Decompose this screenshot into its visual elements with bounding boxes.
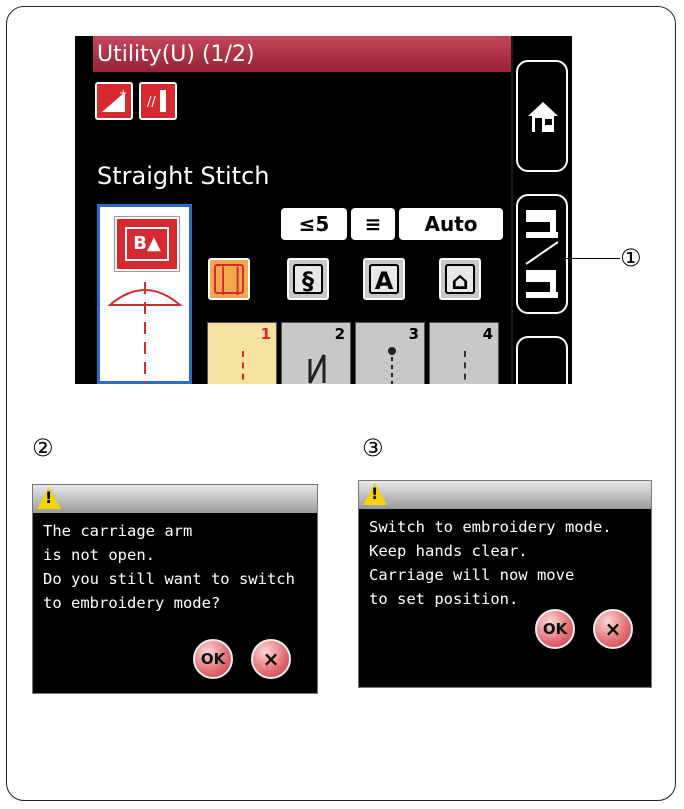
pattern-button[interactable]: 2 xyxy=(281,322,351,384)
pattern-number: 1 xyxy=(260,325,271,343)
message-line: to set position. xyxy=(369,590,519,608)
foot-pressure-value: ≤5 xyxy=(298,212,330,236)
tension-value: Auto xyxy=(424,212,478,236)
pattern-number: 3 xyxy=(408,325,419,343)
embroidery-mode-dialog: ! Switch to embroidery mode. Keep hands … xyxy=(358,480,652,688)
svg-text://: // xyxy=(147,95,156,110)
basting-button[interactable]: B▲ xyxy=(114,216,180,272)
dialog-message: The carriage arm is not open. Do you sti… xyxy=(33,513,317,615)
stitch-line-icon xyxy=(388,347,396,384)
dialog-header: ! xyxy=(359,481,651,509)
carriage-arm-warning-dialog: ! The carriage arm is not open. Do you s… xyxy=(32,484,318,694)
callout-leader xyxy=(560,258,620,259)
stitch-preview: B▲ xyxy=(97,204,192,384)
message-line: Carriage will now move xyxy=(369,566,575,584)
letters-glyph: A xyxy=(369,264,399,295)
message-line: Switch to embroidery mode. xyxy=(369,518,612,536)
message-line: is not open. xyxy=(43,546,155,564)
home-button[interactable] xyxy=(516,60,568,172)
stitch-name: Straight Stitch xyxy=(97,162,270,190)
pattern-number: 4 xyxy=(482,325,493,343)
message-line: Keep hands clear. xyxy=(369,542,528,560)
warning-mark: ! xyxy=(371,484,379,503)
category-decorative-icon[interactable]: § xyxy=(287,258,329,300)
ok-button[interactable]: OK xyxy=(193,639,233,679)
utility-screen: Utility(U) (1/2) + // Straight Stitch B▲… xyxy=(75,36,572,384)
message-line: Do you still want to switch xyxy=(43,570,295,588)
manual-page: Utility(U) (1/2) + // Straight Stitch B▲… xyxy=(0,0,684,809)
callout-one: ① xyxy=(620,244,642,272)
sidebar-divider xyxy=(511,36,513,384)
mode-switch-button[interactable] xyxy=(516,194,568,314)
basting-label: B▲ xyxy=(125,227,169,261)
sewing-embroidery-switch-icon xyxy=(525,210,559,298)
feed-dog-glyph: ≡ xyxy=(364,212,382,236)
decorative-glyph: § xyxy=(293,264,323,295)
category-garment-icon[interactable]: ⌂ xyxy=(439,258,481,300)
pattern-button[interactable]: 3 xyxy=(355,322,425,384)
mirror-image-icon[interactable]: // xyxy=(139,82,177,120)
elongation-icon[interactable]: + xyxy=(95,82,133,120)
category-utility-icon[interactable]: ││ xyxy=(208,258,250,300)
dialog-header: ! xyxy=(33,485,317,513)
cancel-button[interactable]: × xyxy=(593,609,633,649)
warning-mark: ! xyxy=(45,488,53,507)
stitch-line-icon xyxy=(242,351,246,384)
ok-button[interactable]: OK xyxy=(535,609,575,649)
utility-glyph: ││ xyxy=(214,264,245,295)
home-icon xyxy=(528,102,558,132)
next-menu-button[interactable] xyxy=(516,336,568,384)
callout-three: ③ xyxy=(362,434,384,462)
pattern-number: 2 xyxy=(334,325,345,343)
callout-two: ② xyxy=(32,434,54,462)
presser-foot-diagram-icon xyxy=(107,282,183,384)
stitch-line-icon xyxy=(464,351,468,384)
category-letters-icon[interactable]: A xyxy=(363,258,405,300)
svg-text:+: + xyxy=(119,88,127,99)
dialog-message: Switch to embroidery mode. Keep hands cl… xyxy=(359,509,651,611)
thread-tension-auto[interactable]: Auto xyxy=(399,208,503,240)
feed-dog-icon[interactable]: ≡ xyxy=(351,208,395,240)
cancel-button[interactable]: × xyxy=(251,639,291,679)
message-line: to embroidery mode? xyxy=(43,594,221,612)
pattern-button[interactable]: 1 xyxy=(207,322,277,384)
pattern-button[interactable]: 4 xyxy=(429,322,499,384)
presser-foot-pressure[interactable]: ≤5 xyxy=(281,208,347,240)
screen-title: Utility(U) (1/2) xyxy=(93,36,513,72)
message-line: The carriage arm xyxy=(43,522,193,540)
garment-glyph: ⌂ xyxy=(445,264,475,295)
stitch-line-icon xyxy=(308,354,326,384)
